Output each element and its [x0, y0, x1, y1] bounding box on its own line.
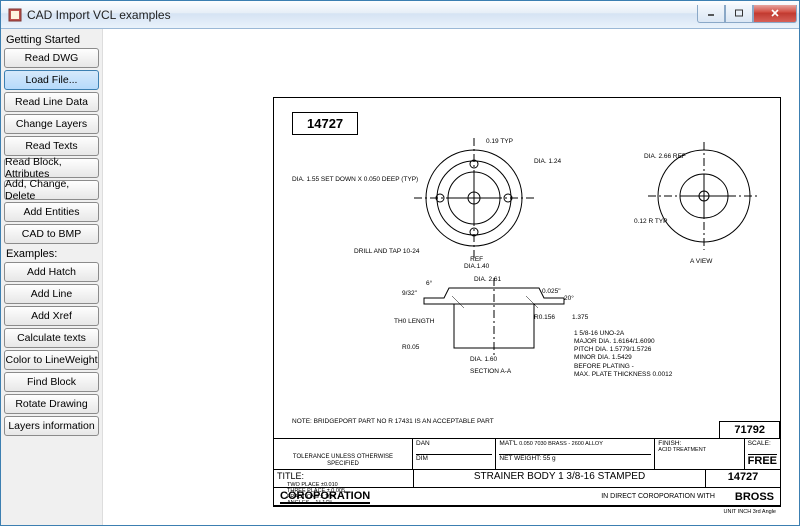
sidebar-button-add-line[interactable]: Add Line [4, 284, 99, 304]
sidebar-button-read-block-attributes[interactable]: Read Block, Attributes [4, 158, 99, 178]
tb-finish-lbl: FINISH: [658, 440, 740, 447]
dim-dia266: DIA. 2.66 REF [644, 153, 686, 160]
top-view [414, 138, 534, 258]
tb-matl: 0.050 7030 BRASS - 2600 ALLOY [519, 441, 603, 447]
dim-20deg: 20° [564, 295, 574, 302]
title-block: 71792 TOLERANCE UNLESS OTHERWISE SPECIFI… [274, 438, 780, 506]
tb-corp1: COROPORATION [280, 490, 370, 504]
tb-part-no: 14727 [706, 470, 780, 487]
label-th0: TH0 LENGTH [394, 318, 434, 325]
tb-corp-mid: IN DIRECT COROPORATION WITH [601, 493, 715, 500]
sidebar-button-read-line-data[interactable]: Read Line Data [4, 92, 99, 112]
tb-matl-lbl: MAT'L [499, 440, 517, 447]
note: NOTE: BRIDGEPORT PART NO R 17431 IS AN A… [292, 418, 494, 425]
drawing-sheet: 14727 [273, 97, 781, 507]
dim-dia261: DIA. 2.61 [474, 276, 501, 283]
tb-netwt-lbl: NET WEIGHT: [499, 455, 541, 462]
sidebar-button-read-texts[interactable]: Read Texts [4, 136, 99, 156]
tb-finish: ACID TREATMENT [658, 447, 740, 453]
sidebar-button-add-change-delete[interactable]: Add, Change, Delete [4, 180, 99, 200]
doc-number: 71792 [719, 421, 780, 438]
sidebar-button-find-block[interactable]: Find Block [4, 372, 99, 392]
tb-title-lbl: TITLE: [274, 470, 414, 487]
sidebar: Getting Started Read DWGLoad File...Read… [1, 29, 103, 525]
tb-tol-head: TOLERANCE UNLESS OTHERWISE SPECIFIED [277, 454, 409, 467]
dim-set-down: DIA. 1.55 SET DOWN X 0.050 DEEP (TYP) [292, 176, 418, 183]
label-section-aa: SECTION A-A [470, 368, 511, 375]
tb-scale-lbl: SCALE: [748, 440, 777, 455]
dim-0025: 0.025" [542, 288, 561, 295]
label-ref-dia: REF DIA.1.40 [464, 256, 489, 270]
sidebar-button-add-xref[interactable]: Add Xref [4, 306, 99, 326]
dim-1375: 1.375 [572, 314, 588, 321]
tb-corp2: BROSS [735, 491, 774, 503]
dim-r005: R0.05 [402, 344, 419, 351]
sidebar-button-add-hatch[interactable]: Add Hatch [4, 262, 99, 282]
close-button[interactable] [753, 5, 797, 23]
titlebar: CAD Import VCL examples [1, 1, 799, 29]
minimize-button[interactable] [697, 5, 725, 23]
tb-title: STRAINER BODY 1 3/8-16 STAMPED [414, 470, 706, 487]
sidebar-button-color-to-lineweight[interactable]: Color to LineWeight [4, 350, 99, 370]
sidebar-button-change-layers[interactable]: Change Layers [4, 114, 99, 134]
label-a-view: A VIEW [690, 258, 712, 265]
dim-019-typ: 0.19 TYP [486, 138, 513, 145]
dim-dia124: DIA. 1.24 [534, 158, 561, 165]
sidebar-button-calculate-texts[interactable]: Calculate texts [4, 328, 99, 348]
dim-dia160: DIA. 1.60 [470, 356, 497, 363]
part-number-box: 14727 [292, 112, 358, 135]
sidebar-button-layers-information[interactable]: Layers information [4, 416, 99, 436]
tb-dan: DAN [416, 440, 492, 455]
dim-932: 9/32" [402, 290, 417, 297]
group-examples: Examples: [4, 246, 99, 260]
tb-unit: UNIT INCH 3rd Angle [724, 509, 776, 515]
window-title: CAD Import VCL examples [27, 8, 697, 22]
tb-netwt: 55 g [543, 455, 556, 462]
thread-note: 1 5/8-16 UNO-2A MAJOR DIA. 1.6164/1.6090… [574, 330, 672, 379]
group-getting-started: Getting Started [4, 32, 99, 46]
sidebar-button-load-file-[interactable]: Load File... [4, 70, 99, 90]
tb-free: FREE [748, 455, 777, 469]
dim-r0156: R0.156 [534, 314, 555, 321]
sidebar-button-read-dwg[interactable]: Read DWG [4, 48, 99, 68]
dim-r012: 0.12 R TYP [634, 218, 667, 225]
sidebar-button-cad-to-bmp[interactable]: CAD to BMP [4, 224, 99, 244]
maximize-button[interactable] [725, 5, 753, 23]
sidebar-button-rotate-drawing[interactable]: Rotate Drawing [4, 394, 99, 414]
label-drill-tap: DRILL AND TAP 10-24 [354, 248, 420, 255]
sidebar-button-add-entities[interactable]: Add Entities [4, 202, 99, 222]
tb-dim: DIM [416, 455, 492, 469]
app-icon [7, 7, 23, 23]
drawing-canvas[interactable]: 14727 [103, 29, 799, 525]
dim-6deg: 6° [426, 280, 432, 287]
